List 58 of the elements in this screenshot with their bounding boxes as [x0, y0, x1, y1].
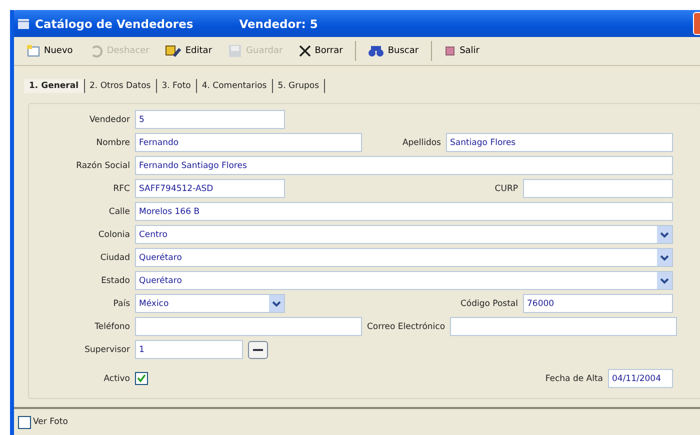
text-field[interactable]: Morelos 166 B	[135, 202, 673, 221]
text-field[interactable]	[523, 179, 673, 198]
field-label: Correo Electrónico	[367, 322, 446, 332]
dropdown-field[interactable]: México	[135, 294, 285, 313]
tab[interactable]: 4. Comentarios	[196, 79, 273, 93]
text-field[interactable]: 76000	[523, 294, 673, 313]
text-field[interactable]	[135, 317, 362, 336]
window-subtitle: Vendedor: 5	[239, 16, 318, 30]
text-field[interactable]: Santiago Flores	[446, 133, 673, 152]
toolbar-button[interactable]: Salir	[438, 43, 486, 59]
text-field[interactable]	[450, 317, 678, 336]
checkbox[interactable]	[135, 372, 148, 385]
toolbar-button[interactable]: Borrar	[292, 43, 349, 59]
toolbar-button[interactable]: Nuevo	[20, 42, 79, 60]
text-field[interactable]: Fernando	[135, 133, 362, 152]
field-label: Teléfono	[94, 322, 130, 332]
browse-button[interactable]	[248, 340, 268, 358]
tab[interactable]: 1. General	[24, 79, 85, 93]
field-label: Colonia	[97, 230, 130, 240]
field-label: Activo	[102, 374, 130, 384]
field-label: Calle	[108, 206, 130, 216]
binoculars-icon	[368, 44, 384, 58]
field-label: Fecha de Alta	[545, 374, 603, 384]
field-label: Estado	[100, 276, 130, 286]
field-label: Apellidos	[402, 138, 441, 148]
field-label: Código Postal	[460, 298, 518, 308]
field-label: CURP	[494, 184, 518, 194]
field-label: Razón Social	[75, 160, 130, 170]
tab[interactable]: 5. Grupos	[272, 79, 326, 93]
save-icon	[228, 44, 242, 58]
new-document-icon	[26, 44, 40, 58]
edit-icon	[165, 44, 182, 58]
delete-icon	[298, 45, 311, 57]
toolbar-button[interactable]: Buscar	[362, 42, 425, 60]
exit-icon	[444, 45, 456, 57]
dropdown-field[interactable]: Querétaro	[135, 248, 673, 267]
field-label: Nombre	[95, 138, 130, 148]
field-label: RFC	[112, 184, 130, 194]
check-icon	[137, 374, 146, 383]
dropdown-field[interactable]: Querétaro	[135, 271, 673, 290]
toolbar-button[interactable]: Editar	[159, 42, 218, 60]
checkbox-label: Ver Foto	[33, 417, 68, 427]
field-label: Ciudad	[99, 252, 130, 262]
text-field[interactable]: SAFF794512-ASD	[135, 179, 285, 198]
dropdown-field[interactable]: Centro	[135, 225, 673, 244]
text-field[interactable]: 5	[135, 110, 285, 129]
tab[interactable]: 2. Otros Datos	[84, 79, 157, 93]
text-field[interactable]: 1	[135, 340, 243, 359]
field-label: Vendedor	[88, 114, 130, 124]
window-title: Catálogo de Vendedores	[35, 16, 194, 30]
field-label: Supervisor	[84, 344, 130, 354]
tab[interactable]: 3. Foto	[156, 79, 197, 93]
text-field[interactable]: Fernando Santiago Flores	[135, 156, 673, 175]
ellipsis-icon	[253, 348, 263, 352]
window-menu-icon	[18, 18, 29, 28]
checkbox[interactable]	[18, 416, 31, 428]
date-field[interactable]: 04/11/2004	[608, 369, 673, 388]
field-label: País	[112, 298, 130, 308]
